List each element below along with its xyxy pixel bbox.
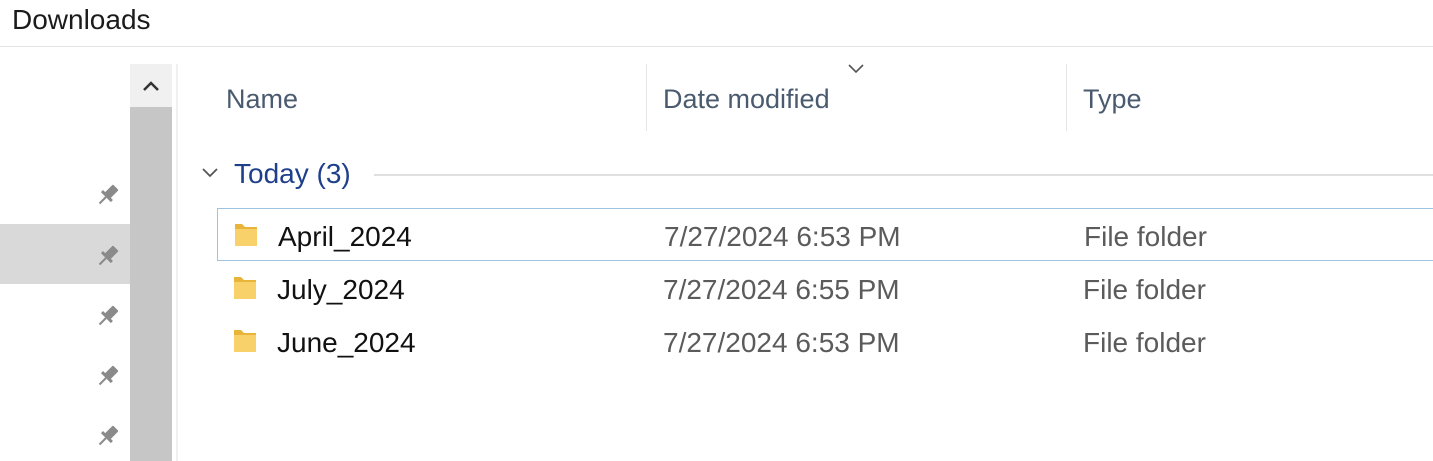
group-label: Today (3) — [234, 158, 351, 189]
file-explorer-window: Downloads Name Date modified Type Today … — [0, 0, 1433, 461]
sort-descending-icon — [848, 64, 864, 74]
file-date-modified: 7/27/2024 6:53 PM — [663, 327, 900, 358]
navigation-pane — [0, 48, 130, 461]
file-date-modified: 7/27/2024 6:53 PM — [664, 221, 901, 252]
window-title: Downloads — [12, 4, 151, 35]
column-header-name-label: Name — [226, 84, 299, 114]
pin-icon[interactable] — [94, 302, 122, 330]
pin-icon[interactable] — [94, 181, 122, 209]
file-name: July_2024 — [277, 274, 405, 305]
column-header-type[interactable]: Type — [1067, 64, 1433, 131]
quick-access-item-1[interactable] — [0, 163, 130, 223]
nav-scrollbar[interactable] — [130, 64, 172, 461]
pin-icon[interactable] — [94, 422, 122, 450]
quick-access-item-3[interactable] — [0, 284, 130, 344]
pin-icon[interactable] — [94, 362, 122, 390]
file-type: File folder — [1083, 327, 1206, 358]
file-row[interactable]: July_2024 7/27/2024 6:55 PM File folder — [217, 262, 1433, 315]
column-header-name[interactable]: Name — [178, 64, 646, 131]
file-row[interactable]: June_2024 7/27/2024 6:53 PM File folder — [217, 315, 1433, 368]
file-type: File folder — [1083, 274, 1206, 305]
title-bar: Downloads — [0, 0, 1433, 47]
folder-icon — [235, 224, 257, 246]
quick-access-item-2[interactable] — [0, 224, 130, 284]
file-type: File folder — [1084, 221, 1207, 252]
column-header-type-label: Type — [1083, 84, 1142, 114]
column-header-date-label: Date modified — [663, 84, 830, 114]
chevron-up-icon — [143, 80, 159, 91]
quick-access-item-4[interactable] — [0, 344, 130, 404]
file-row[interactable]: April_2024 7/27/2024 6:53 PM File folder — [217, 208, 1433, 261]
group-header-today[interactable]: Today (3) — [196, 152, 1433, 198]
file-name: June_2024 — [277, 327, 416, 358]
group-divider — [374, 174, 1433, 176]
folder-icon — [234, 277, 256, 299]
pin-icon[interactable] — [94, 242, 122, 270]
quick-access-item-5[interactable] — [0, 404, 130, 461]
file-date-modified: 7/27/2024 6:55 PM — [663, 274, 900, 305]
scroll-up-button[interactable] — [130, 64, 172, 107]
file-name: April_2024 — [278, 221, 412, 252]
chevron-down-icon[interactable] — [200, 166, 220, 180]
folder-icon — [234, 330, 256, 352]
